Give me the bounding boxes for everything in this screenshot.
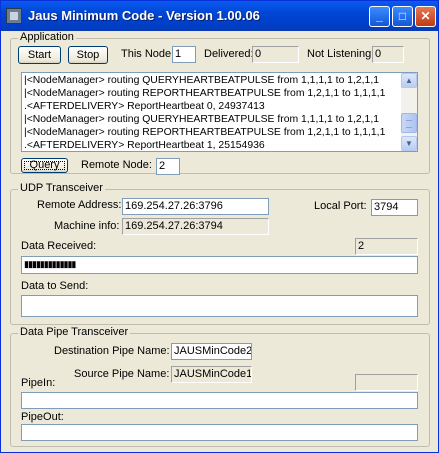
log-textarea[interactable]: |<NodeManager> routing QUERYHEARTBEATPUL… xyxy=(21,72,418,152)
window-title: Jaus Minimum Code - Version 1.00.06 xyxy=(28,8,260,23)
not-listening-field: 0 xyxy=(372,46,404,63)
scroll-up-arrow-icon[interactable]: ▲ xyxy=(401,73,417,88)
query-button[interactable]: Query xyxy=(21,158,68,173)
start-button[interactable]: Start xyxy=(18,46,61,64)
local-port-field[interactable]: 3794 xyxy=(371,199,418,216)
close-icon: ✕ xyxy=(420,9,431,23)
remote-node-label: Remote Node: xyxy=(81,159,152,171)
log-scrollbar[interactable]: ▲ ▼ xyxy=(401,73,417,151)
data-received-count-field: 2 xyxy=(355,238,418,255)
source-pipe-field: JAUSMinCode1 xyxy=(171,366,252,383)
pipe-in-label: PipeIn: xyxy=(21,377,56,389)
delivered-field: 0 xyxy=(252,46,299,63)
data-to-send-field[interactable] xyxy=(21,295,418,317)
pipe-out-field[interactable] xyxy=(21,424,418,441)
this-node-label: This Node: xyxy=(121,48,175,60)
udp-group-label: UDP Transceiver xyxy=(18,182,105,194)
pipe-in-count-field xyxy=(355,374,418,391)
log-line: |<NodeManager> routing QUERYHEARTBEATPUL… xyxy=(24,114,380,125)
app-icon xyxy=(6,8,22,24)
data-received-label: Data Received: xyxy=(21,240,97,252)
remote-address-field[interactable]: 169.254.27.26:3796 xyxy=(122,198,269,215)
local-port-label: Local Port: xyxy=(314,200,367,212)
maximize-button[interactable]: □ xyxy=(392,6,413,27)
machine-info-label: Machine info: xyxy=(54,220,120,232)
source-pipe-label: Source Pipe Name: xyxy=(74,368,170,380)
scroll-down-arrow-icon[interactable]: ▼ xyxy=(401,136,417,151)
log-line: |<NodeManager> routing REPORTHEARTBEATPU… xyxy=(24,127,386,138)
pipe-in-field[interactable] xyxy=(21,392,418,409)
log-line: |<NodeManager> routing QUERYHEARTBEATPUL… xyxy=(24,75,380,86)
application-group-label: Application xyxy=(18,31,76,43)
delivered-label: Delivered: xyxy=(204,48,254,60)
minimize-button[interactable]: _ xyxy=(369,6,390,27)
machine-info-field: 169.254.27.26:3794 xyxy=(122,218,269,235)
this-node-field[interactable]: 1 xyxy=(172,46,196,63)
destination-pipe-field[interactable]: JAUSMinCode2 xyxy=(171,343,252,360)
pipe-out-label: PipeOut: xyxy=(21,411,64,423)
remote-address-label: Remote Address: xyxy=(37,199,122,211)
data-received-field[interactable]: ▮▮▮▮▮▮▮▮▮▮▮▮▮ xyxy=(21,256,418,274)
scroll-thumb[interactable] xyxy=(401,113,417,133)
minimize-icon: _ xyxy=(376,9,383,23)
log-line: .<AFTERDELIVERY> ReportHeartbeat 0, 2493… xyxy=(24,101,265,112)
data-to-send-label: Data to Send: xyxy=(21,280,89,292)
log-line: |<NodeManager> routing REPORTHEARTBEATPU… xyxy=(24,88,386,99)
not-listening-label: Not Listening: xyxy=(307,48,375,60)
stop-button[interactable]: Stop xyxy=(68,46,108,64)
remote-node-field[interactable]: 2 xyxy=(156,158,180,175)
close-button[interactable]: ✕ xyxy=(415,6,436,27)
app-window: Jaus Minimum Code - Version 1.00.06 _ □ … xyxy=(0,0,439,453)
data-pipe-group-label: Data Pipe Transceiver xyxy=(18,326,131,338)
destination-pipe-label: Destination Pipe Name: xyxy=(54,345,170,357)
log-lines: |<NodeManager> routing QUERYHEARTBEATPUL… xyxy=(24,74,402,151)
log-line: .<AFTERDELIVERY> ReportHeartbeat 1, 2515… xyxy=(24,140,265,151)
maximize-icon: □ xyxy=(398,9,407,23)
title-bar[interactable]: Jaus Minimum Code - Version 1.00.06 _ □ … xyxy=(1,1,438,31)
